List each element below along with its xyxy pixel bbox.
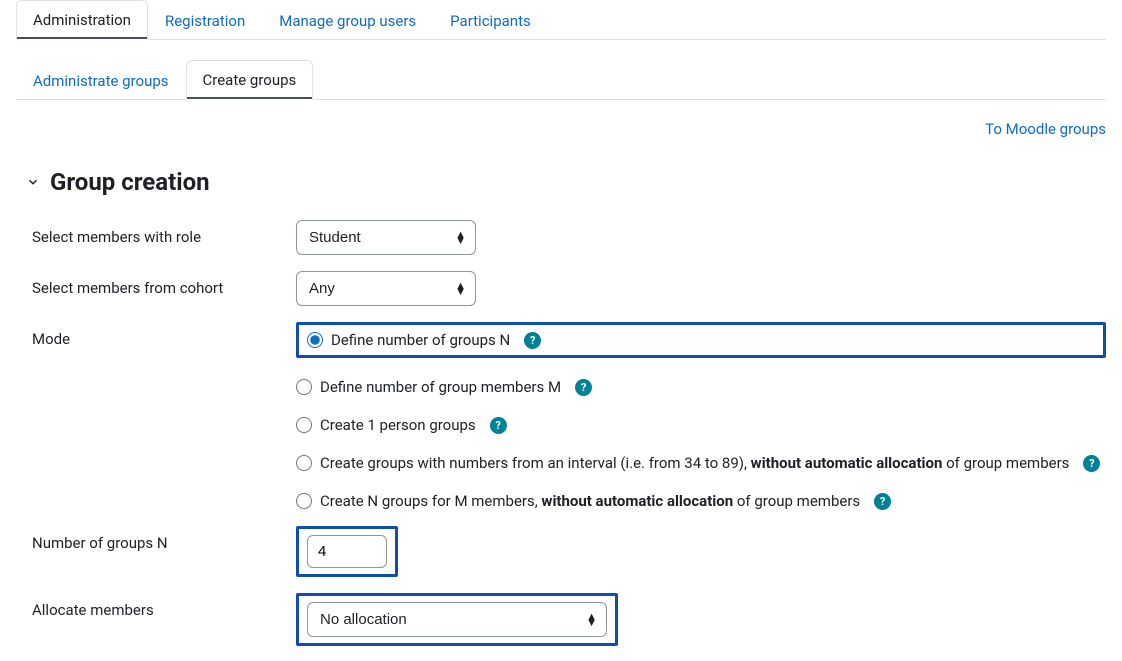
tab-create-groups[interactable]: Create groups bbox=[186, 60, 314, 100]
highlight-mode-selected: Define number of groups N ? bbox=[296, 322, 1106, 358]
section-toggle-group-creation[interactable]: Group creation bbox=[26, 168, 1106, 196]
radio-define-members-m[interactable] bbox=[296, 379, 312, 395]
select-cohort[interactable]: Any bbox=[296, 271, 476, 306]
section-title: Group creation bbox=[50, 168, 210, 196]
help-icon[interactable]: ? bbox=[524, 332, 541, 349]
radio-interval-no-alloc[interactable] bbox=[296, 455, 312, 471]
radio-define-groups-n[interactable] bbox=[307, 332, 323, 348]
help-icon[interactable]: ? bbox=[575, 379, 592, 396]
input-num-groups[interactable] bbox=[307, 535, 387, 568]
label-allocate: Allocate members bbox=[16, 593, 296, 619]
mode-radio-group: Define number of groups N ? Define numbe… bbox=[296, 322, 1106, 510]
help-icon[interactable]: ? bbox=[874, 493, 891, 510]
label-num-groups: Number of groups N bbox=[16, 526, 296, 552]
help-icon[interactable]: ? bbox=[1083, 455, 1100, 472]
secondary-tabs: Administrate groups Create groups bbox=[16, 60, 1106, 100]
to-moodle-groups-link[interactable]: To Moodle groups bbox=[985, 120, 1106, 138]
radio-label[interactable]: Create 1 person groups bbox=[320, 416, 476, 434]
tab-administration[interactable]: Administration bbox=[16, 0, 148, 40]
chevron-down-icon bbox=[26, 175, 40, 189]
select-allocate[interactable]: No allocation bbox=[307, 602, 607, 637]
label-select-cohort: Select members from cohort bbox=[16, 271, 296, 297]
tab-administrate-groups[interactable]: Administrate groups bbox=[16, 61, 186, 100]
radio-label[interactable]: Define number of groups N bbox=[331, 331, 510, 349]
tab-participants[interactable]: Participants bbox=[433, 1, 548, 40]
primary-tabs: Administration Registration Manage group… bbox=[16, 0, 1106, 40]
highlight-num-groups bbox=[296, 526, 398, 577]
tab-registration[interactable]: Registration bbox=[148, 1, 262, 40]
select-role[interactable]: Student bbox=[296, 220, 476, 255]
highlight-allocate: No allocation ▲▼ bbox=[296, 593, 618, 646]
label-mode: Mode bbox=[16, 322, 296, 348]
radio-label[interactable]: Create groups with numbers from an inter… bbox=[320, 454, 1069, 472]
radio-one-person-groups[interactable] bbox=[296, 417, 312, 433]
help-icon[interactable]: ? bbox=[490, 417, 507, 434]
label-select-role: Select members with role bbox=[16, 220, 296, 246]
radio-n-for-m-no-alloc[interactable] bbox=[296, 493, 312, 509]
tab-manage-group-users[interactable]: Manage group users bbox=[262, 1, 433, 40]
radio-label[interactable]: Create N groups for M members, without a… bbox=[320, 492, 860, 510]
radio-label[interactable]: Define number of group members M bbox=[320, 378, 561, 396]
